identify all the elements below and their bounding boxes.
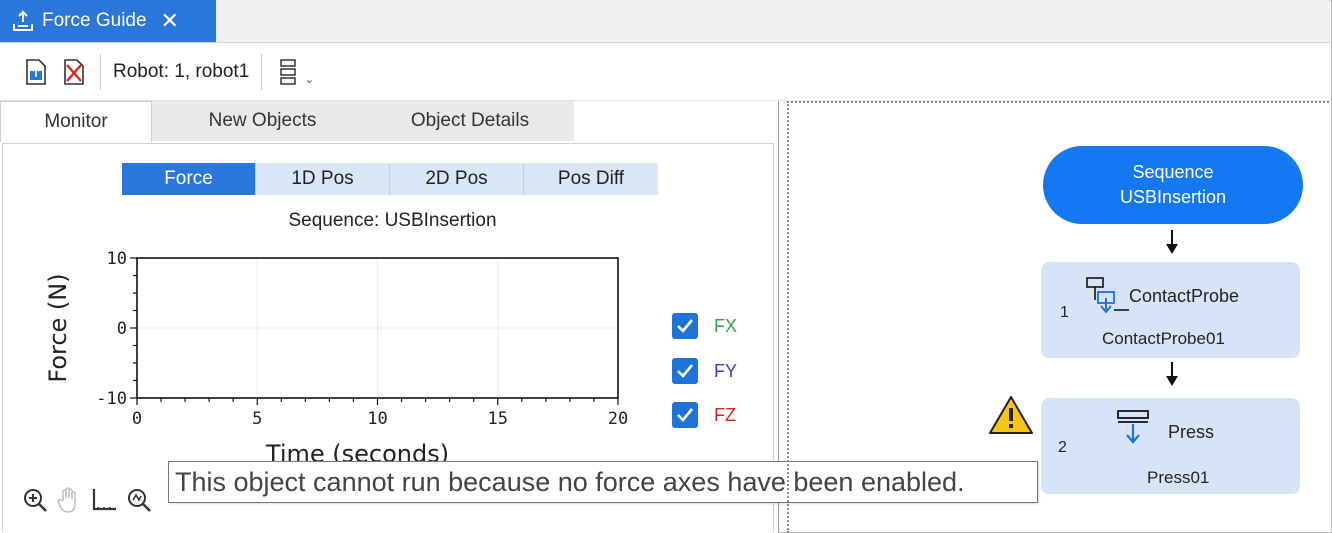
- x-tick-label: 20: [608, 409, 628, 429]
- y-tick-label: 0: [117, 319, 127, 339]
- checkbox-fy[interactable]: [672, 358, 698, 384]
- chart-tools: [22, 486, 152, 514]
- force-chart: 0 5 10 15 20100-10 Force (N) Time (seconds): [44, 249, 628, 468]
- legend-fy[interactable]: FY: [672, 358, 737, 384]
- legend-fx[interactable]: FX: [672, 313, 737, 339]
- sequence-node[interactable]: Sequence USBInsertion: [1043, 146, 1303, 224]
- zoom-reset-icon[interactable]: [126, 487, 152, 513]
- press-icon: [1117, 410, 1149, 444]
- object-node-name: Press01: [1147, 468, 1210, 487]
- legend-label-fx: FX: [714, 315, 738, 336]
- flow-arrow-icon: [1166, 230, 1178, 254]
- x-tick-label: 15: [488, 409, 508, 429]
- checkbox-fz[interactable]: [672, 402, 698, 428]
- flow-arrow-icon: [1166, 362, 1178, 386]
- legend-label-fy: FY: [714, 360, 738, 381]
- object-node-type: ContactProbe: [1129, 286, 1240, 306]
- object-node-number: 1: [1060, 304, 1069, 321]
- object-node-name: ContactProbe01: [1102, 329, 1225, 348]
- x-tick-label: 0: [132, 409, 142, 429]
- legend-label-fz: FZ: [714, 404, 736, 425]
- checkbox-fx[interactable]: [672, 313, 698, 339]
- object-node-press[interactable]: Press 2 Press01: [1041, 398, 1300, 494]
- y-axis-label: Force (N): [44, 273, 72, 382]
- legend-fz[interactable]: FZ: [672, 402, 736, 428]
- contact-probe-icon: [1086, 277, 1129, 314]
- x-tick-label: 10: [367, 409, 387, 429]
- object-node-type: Press: [1168, 422, 1215, 442]
- pan-hand-icon[interactable]: [56, 486, 82, 514]
- y-tick-label: 10: [107, 249, 127, 269]
- zoom-in-icon[interactable]: [22, 487, 48, 513]
- object-node-number: 2: [1058, 439, 1067, 456]
- warning-icon[interactable]: [988, 394, 1034, 436]
- sequence-node-label: Sequence: [1132, 162, 1214, 182]
- x-tick-label: 5: [252, 409, 262, 429]
- sequence-node-name: USBInsertion: [1119, 187, 1227, 207]
- y-tick-label: -10: [96, 389, 127, 409]
- axis-fit-icon[interactable]: [90, 487, 118, 513]
- object-node-contactprobe[interactable]: ContactProbe 1 ContactProbe01: [1041, 262, 1300, 358]
